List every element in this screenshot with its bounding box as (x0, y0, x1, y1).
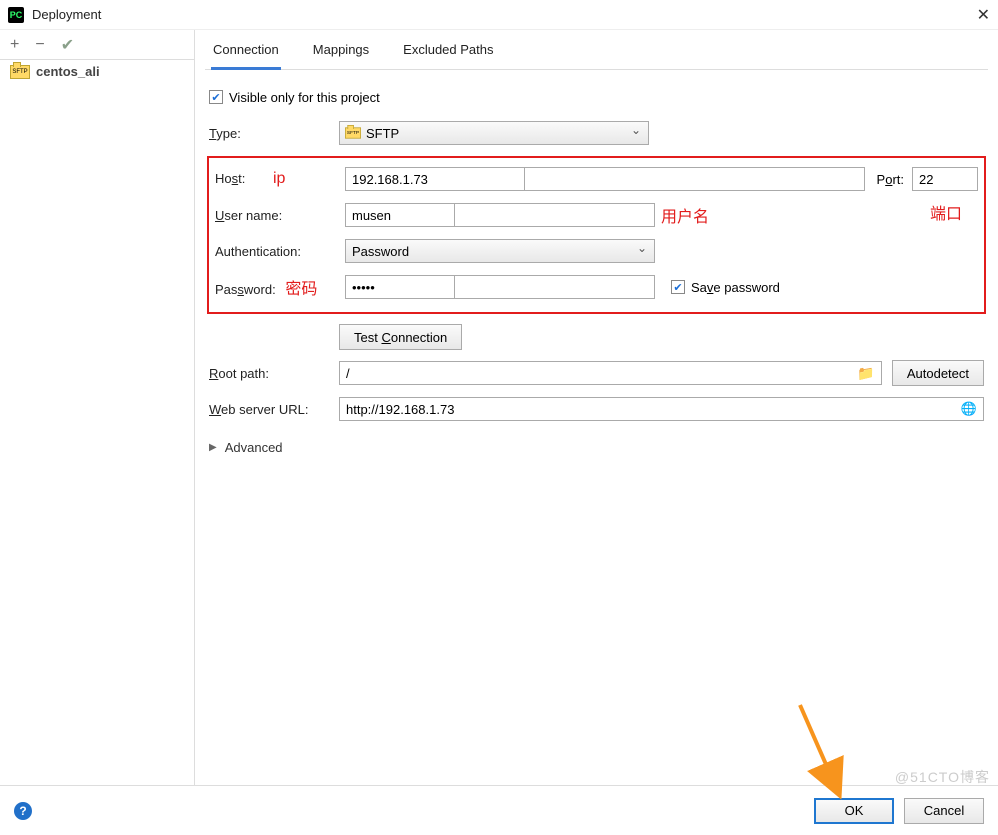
content: Connection Mappings Excluded Paths ✔ Vis… (195, 30, 998, 785)
window-title: Deployment (32, 7, 101, 22)
globe-icon[interactable]: 🌐 (955, 401, 983, 417)
tab-mappings[interactable]: Mappings (311, 42, 371, 69)
annotation-box: Host: ip Port: 端口 User name: (207, 156, 986, 314)
host-input[interactable] (345, 167, 525, 191)
password-input[interactable] (345, 275, 455, 299)
port-input[interactable] (912, 167, 978, 191)
sftp-icon: SFTP (345, 127, 361, 138)
web-url-label: Web server URL: (209, 402, 339, 417)
add-icon[interactable]: + (10, 36, 19, 54)
port-label: Port: (877, 172, 904, 187)
save-password-checkbox[interactable]: ✔ (671, 280, 685, 294)
autodetect-button[interactable]: Autodetect (892, 360, 984, 386)
username-input[interactable] (345, 203, 455, 227)
check-icon[interactable]: ✔ (61, 35, 74, 55)
save-password-label: Save password (691, 280, 780, 295)
pycharm-icon: PC (8, 7, 24, 23)
form: ✔ Visible only for this project Type: SF… (205, 70, 988, 469)
username-input-ext[interactable] (455, 203, 655, 227)
test-connection-button[interactable]: Test Connection (339, 324, 462, 350)
sidebar-toolbar: + − ✔ (0, 30, 194, 60)
annotation-username: 用户名 (661, 203, 709, 227)
annotation-ip: ip (273, 170, 285, 187)
close-icon[interactable]: ✕ (977, 5, 990, 25)
annotation-password: 密码 (285, 281, 317, 298)
arrow-annotation (790, 700, 850, 800)
username-label: User name: (215, 208, 345, 223)
advanced-label: Advanced (225, 440, 283, 455)
host-input-ext[interactable] (525, 167, 865, 191)
sftp-icon: SFTP (10, 65, 30, 79)
visible-only-label: Visible only for this project (229, 90, 380, 105)
root-path-input[interactable] (340, 362, 851, 384)
sidebar-item-label: centos_ali (36, 64, 100, 79)
help-icon[interactable]: ? (14, 802, 32, 820)
advanced-expander[interactable]: ▶ Advanced (209, 440, 984, 455)
cancel-button[interactable]: Cancel (904, 798, 984, 824)
auth-select[interactable]: Password (345, 239, 655, 263)
remove-icon[interactable]: − (35, 36, 44, 54)
sidebar-item-centos-ali[interactable]: SFTP centos_ali (0, 60, 194, 83)
password-input-ext[interactable] (455, 275, 655, 299)
host-label: Host: ip (215, 170, 345, 188)
type-label: Type: (209, 126, 339, 141)
folder-icon[interactable]: 📁 (851, 365, 880, 382)
tab-excluded[interactable]: Excluded Paths (401, 42, 495, 69)
tabs: Connection Mappings Excluded Paths (205, 30, 988, 70)
titlebar: PC Deployment ✕ (0, 0, 998, 30)
watermark: @51CTO博客 (895, 767, 990, 787)
tab-connection[interactable]: Connection (211, 42, 281, 70)
root-path-label: Root path: (209, 366, 339, 381)
password-label: Password: 密码 (215, 275, 345, 299)
web-url-input[interactable] (340, 398, 955, 420)
annotation-port: 端口 (930, 200, 962, 224)
auth-label: Authentication: (215, 244, 345, 259)
sidebar: + − ✔ SFTP centos_ali (0, 30, 195, 785)
ok-button[interactable]: OK (814, 798, 894, 824)
chevron-right-icon: ▶ (209, 442, 217, 453)
type-select[interactable]: SFTP (339, 121, 649, 145)
visible-only-checkbox[interactable]: ✔ (209, 90, 223, 104)
